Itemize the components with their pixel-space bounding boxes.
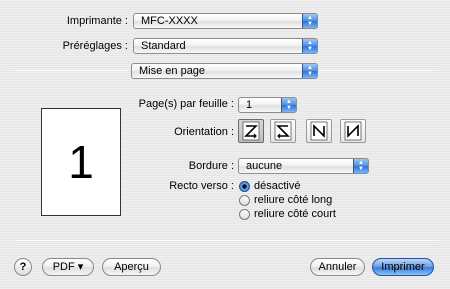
printer-label: Imprimante :	[66, 15, 128, 27]
popup-arrows-icon: ▲ ▼	[302, 39, 317, 53]
popup-arrows-icon: ▲ ▼	[302, 64, 317, 78]
duplex-long-edge-label: reliure côté long	[254, 194, 333, 206]
separator-right	[320, 70, 438, 71]
separator-left	[14, 70, 128, 71]
orientation-n-right-button[interactable]	[340, 119, 366, 143]
cancel-button[interactable]: Annuler	[310, 258, 365, 276]
printer-value: MFC-XXXX	[141, 15, 198, 27]
pages-per-sheet-popup[interactable]: 1 ▲ ▼	[238, 97, 297, 113]
preview-button[interactable]: Aperçu	[102, 258, 161, 276]
popup-arrows-icon: ▲ ▼	[353, 159, 368, 173]
duplex-label: Recto verso :	[169, 180, 234, 192]
orientation-z-button[interactable]	[238, 119, 264, 143]
duplex-short-edge-radio[interactable]	[239, 209, 250, 220]
orientation-n-left-button[interactable]	[306, 119, 332, 143]
presets-popup[interactable]: Standard ▲ ▼	[133, 38, 318, 54]
panel-value: Mise en page	[139, 65, 206, 77]
footer-separator	[14, 240, 438, 241]
border-value: aucune	[246, 160, 283, 172]
border-label: Bordure :	[188, 160, 234, 172]
popup-arrows-icon: ▲ ▼	[302, 14, 317, 28]
pdf-menu-button[interactable]: PDF ▾	[42, 258, 94, 276]
orientation-s-button[interactable]	[270, 119, 296, 143]
duplex-short-edge-label: reliure côté court	[254, 208, 336, 220]
popup-arrows-icon: ▲ ▼	[281, 98, 296, 112]
layout-n-left-icon	[310, 121, 328, 141]
help-button[interactable]: ?	[14, 258, 32, 276]
orientation-label: Orientation :	[174, 126, 234, 138]
pages-per-sheet-label: Page(s) par feuille :	[138, 98, 234, 110]
border-popup[interactable]: aucune ▲ ▼	[238, 158, 369, 174]
page-preview: 1	[41, 108, 121, 216]
panel-popup[interactable]: Mise en page ▲ ▼	[131, 63, 318, 79]
layout-z-icon	[242, 121, 260, 141]
duplex-long-edge-radio[interactable]	[239, 195, 250, 206]
presets-value: Standard	[141, 40, 186, 52]
layout-n-right-icon	[344, 121, 362, 141]
duplex-off-radio[interactable]	[239, 181, 250, 192]
duplex-off-label: désactivé	[254, 180, 301, 192]
layout-s-icon	[274, 121, 292, 141]
pages-per-sheet-value: 1	[246, 99, 253, 111]
presets-label: Préréglages :	[62, 40, 128, 52]
print-button[interactable]: Imprimer	[372, 258, 434, 276]
printer-popup[interactable]: MFC-XXXX ▲ ▼	[133, 13, 318, 29]
preview-page-number: 1	[68, 136, 94, 188]
